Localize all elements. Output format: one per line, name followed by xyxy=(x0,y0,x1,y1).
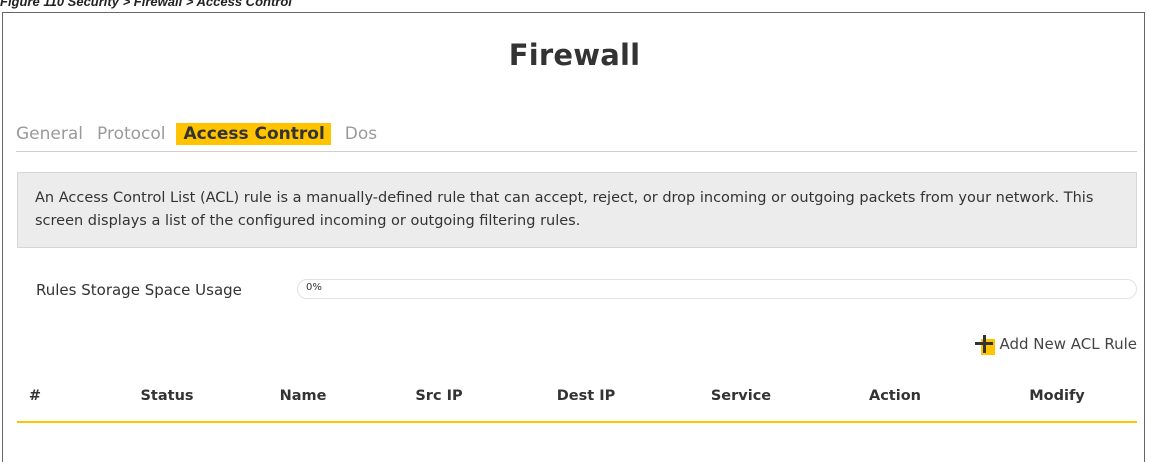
description-text: An Access Control List (ACL) rule is a m… xyxy=(35,190,1094,229)
column-header-action: Action xyxy=(868,388,922,404)
tab-general[interactable]: General xyxy=(16,123,83,145)
column-header-number: # xyxy=(28,388,42,404)
description-box: An Access Control List (ACL) rule is a m… xyxy=(17,172,1137,248)
acl-table-header: # Status Name Src IP Dest IP Service Act… xyxy=(17,385,1137,423)
storage-usage-value: 0% xyxy=(306,282,322,293)
tab-access-control[interactable]: Access Control xyxy=(175,123,331,145)
column-header-status: Status xyxy=(140,388,194,404)
column-header-src-ip: Src IP xyxy=(415,388,463,404)
storage-usage-label: Rules Storage Space Usage xyxy=(36,281,242,299)
tab-dos[interactable]: Dos xyxy=(345,123,377,145)
tabs-divider xyxy=(16,151,1137,152)
add-new-acl-rule-button[interactable]: Add New ACL Rule xyxy=(973,333,1137,355)
column-header-service: Service xyxy=(710,388,772,404)
tab-bar: General Protocol Access Control Dos xyxy=(16,123,377,145)
column-header-modify: Modify xyxy=(1029,388,1085,404)
add-new-acl-rule-label: Add New ACL Rule xyxy=(999,335,1137,353)
column-header-name: Name xyxy=(279,388,327,404)
figure-caption: Figure 110 Security > Firewall > Access … xyxy=(0,0,292,9)
plus-icon xyxy=(973,333,996,355)
column-header-dest-ip: Dest IP xyxy=(556,388,616,404)
tab-protocol[interactable]: Protocol xyxy=(97,123,166,145)
page-title: Firewall xyxy=(508,38,641,72)
storage-usage-bar: 0% xyxy=(297,279,1137,299)
